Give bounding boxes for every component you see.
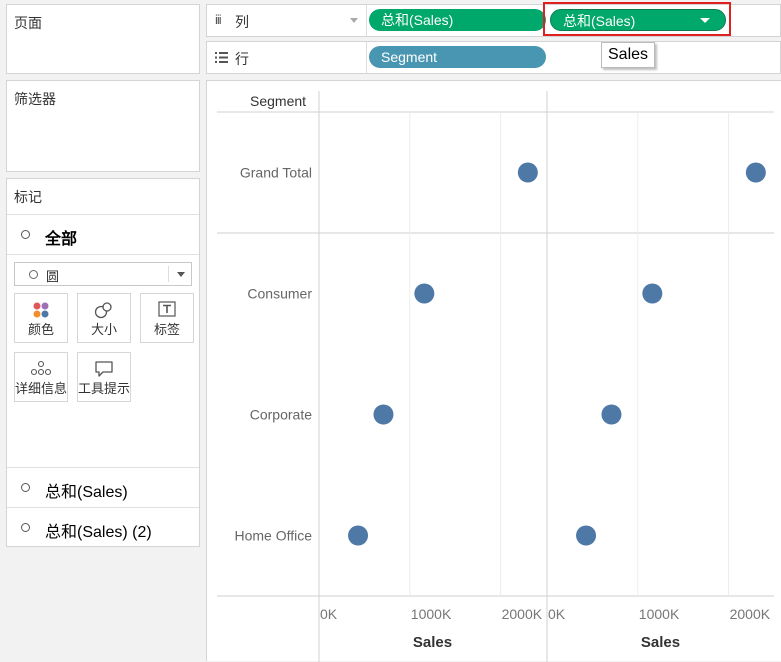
marks-panel: 标记 全部 圆 颜色 大小 标签 详细信息 工具提示 总和(Sales) 总和(…: [6, 178, 200, 547]
pages-title: 页面: [14, 15, 42, 31]
color-button[interactable]: 颜色: [14, 293, 68, 343]
rows-pill-segment[interactable]: Segment: [369, 46, 546, 68]
marks-measure-row-2[interactable]: 总和(Sales) (2): [7, 508, 199, 546]
scatter-chart[interactable]: 0K 1000K 2000K Sales 0K 1000K 2000K Sales Grand …: [207, 81, 781, 662]
filters-title: 筛选器: [14, 91, 56, 107]
marks-all-row[interactable]: 全部: [7, 215, 199, 253]
x-tick-label: 1000K: [411, 606, 452, 622]
detail-button[interactable]: 详细信息: [14, 352, 68, 402]
category-label: Consumer: [247, 286, 312, 302]
pages-panel[interactable]: 页面: [6, 4, 200, 74]
data-point[interactable]: [642, 283, 663, 304]
category-label: Home Office: [234, 528, 312, 544]
data-point[interactable]: [576, 525, 597, 546]
measure-row-label-1: 总和(Sales): [45, 484, 128, 501]
detail-button-label: 详细信息: [15, 381, 68, 396]
size-icon: [94, 302, 112, 319]
color-button-label: 颜色: [27, 322, 54, 337]
x-tick-label: 2000K: [730, 606, 771, 622]
data-point[interactable]: [517, 162, 538, 183]
columns-shelf: iii 列 总和(Sales) 总和(Sales): [206, 2, 781, 37]
filters-panel[interactable]: 筛选器: [6, 80, 200, 172]
radio-icon: [21, 483, 30, 492]
color-icon: [33, 302, 49, 318]
marks-measure-row-1[interactable]: 总和(Sales): [7, 468, 199, 506]
rows-shelf: 行 Segment Sales: [206, 41, 781, 74]
caret-down-icon: [350, 18, 358, 23]
measure-row-label-2: 总和(Sales) (2): [45, 524, 152, 541]
x-axis-title: Sales: [641, 634, 680, 651]
shelf-divider: [366, 42, 367, 73]
x-tick-label: 0K: [548, 606, 566, 622]
text-label-icon: [158, 301, 176, 317]
columns-pill-1-label: 总和(Sales): [381, 12, 454, 28]
size-button-label: 大小: [90, 322, 117, 337]
columns-shelf-icon: iii: [215, 12, 222, 27]
columns-shelf-label: 列: [235, 14, 249, 30]
rows-pill-segment-label: Segment: [381, 49, 438, 65]
tooltip-button[interactable]: 工具提示: [77, 352, 131, 402]
mark-type-label: 圆: [46, 269, 60, 284]
radio-icon: [21, 523, 30, 532]
radio-icon: [21, 230, 30, 239]
mark-type-dropdown[interactable]: 圆: [14, 262, 192, 286]
x-tick-label: 2000K: [502, 606, 543, 622]
x-tick-label: 0K: [320, 606, 338, 622]
viz-area: 0K 1000K 2000K Sales 0K 1000K 2000K Sales Grand …: [206, 80, 781, 662]
highlight-box: [543, 2, 731, 36]
speech-bubble-icon: [95, 361, 113, 377]
label-button[interactable]: 标签: [140, 293, 194, 343]
data-point[interactable]: [601, 404, 622, 425]
dropdown-divider: [168, 266, 169, 282]
size-button[interactable]: 大小: [77, 293, 131, 343]
category-label: Grand Total: [240, 165, 312, 181]
data-point[interactable]: [373, 404, 394, 425]
x-axis-title: Sales: [413, 634, 452, 651]
shelf-divider: [366, 5, 367, 36]
tooltip: Sales: [601, 42, 656, 68]
data-point[interactable]: [414, 283, 435, 304]
marks-title: 标记: [14, 189, 42, 205]
x-tick-label: 1000K: [639, 606, 680, 622]
tooltip-text: Sales: [608, 46, 649, 63]
detail-icon: [30, 360, 52, 376]
category-label: Corporate: [250, 407, 312, 423]
tooltip-button-label: 工具提示: [78, 381, 131, 396]
circle-icon: [29, 270, 38, 279]
rows-shelf-label: 行: [235, 51, 249, 67]
columns-pill-1[interactable]: 总和(Sales): [369, 9, 546, 31]
data-point[interactable]: [348, 525, 369, 546]
chevron-down-icon: [177, 272, 185, 277]
row-header-segment: Segment: [250, 93, 307, 109]
list-icon: [215, 52, 228, 63]
marks-all-label: 全部: [45, 231, 78, 248]
label-button-label: 标签: [153, 322, 180, 337]
data-point[interactable]: [745, 162, 766, 183]
